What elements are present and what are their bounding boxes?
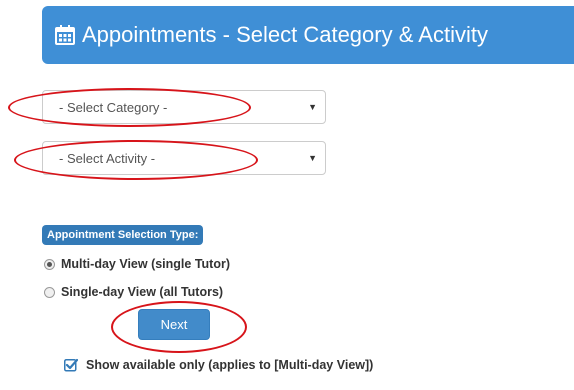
chevron-down-icon: ▼ bbox=[308, 102, 317, 112]
radio-button-unchecked[interactable] bbox=[44, 286, 55, 298]
activity-select[interactable]: - Select Activity - ▼ bbox=[42, 141, 326, 175]
show-available-label: Show available only (applies to [Multi-d… bbox=[86, 358, 374, 372]
page-header: Appointments - Select Category & Activit… bbox=[42, 6, 574, 64]
radio-button-checked[interactable] bbox=[44, 258, 55, 270]
category-select-value: - Select Category - bbox=[59, 99, 168, 115]
category-select[interactable]: - Select Category - ▼ bbox=[42, 90, 326, 124]
radio-label-multi-day: Multi-day View (single Tutor) bbox=[61, 257, 230, 271]
activity-select-value: - Select Activity - bbox=[59, 150, 156, 166]
radio-multi-day-view[interactable]: Multi-day View (single Tutor) bbox=[44, 257, 230, 271]
radio-single-day-view[interactable]: Single-day View (all Tutors) bbox=[44, 285, 223, 299]
calendar-icon bbox=[54, 24, 76, 46]
show-available-checkbox-row[interactable]: Show available only (applies to [Multi-d… bbox=[64, 358, 373, 372]
checkbox-checked-icon[interactable] bbox=[64, 358, 79, 372]
next-button[interactable]: Next bbox=[138, 309, 210, 340]
chevron-down-icon: ▼ bbox=[308, 153, 317, 163]
selection-type-badge: Appointment Selection Type: bbox=[42, 225, 204, 245]
radio-label-single-day: Single-day View (all Tutors) bbox=[61, 285, 224, 299]
page-title: Appointments - Select Category & Activit… bbox=[82, 22, 488, 47]
